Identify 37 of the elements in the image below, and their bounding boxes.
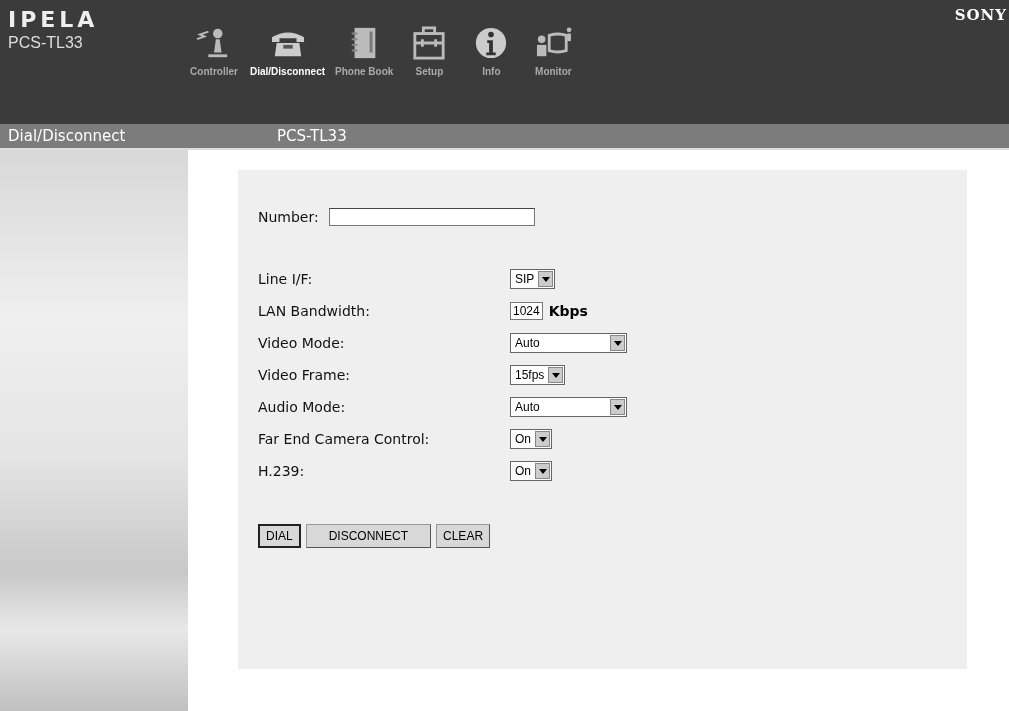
nav-item[interactable]: Setup [403, 26, 456, 77]
bandwidth-input[interactable]: 1024 [510, 302, 543, 320]
field-label: Far End Camera Control: [258, 431, 431, 447]
nav-item[interactable]: Monitor [527, 26, 580, 77]
dropdown-arrow-icon [541, 276, 550, 282]
dropdown-arrow-icon [613, 340, 622, 346]
nav-item[interactable]: Controller [188, 26, 240, 77]
nav-item[interactable]: Info [465, 26, 518, 77]
field-label: H.239: [258, 463, 306, 479]
dropdown[interactable]: On [510, 429, 552, 449]
model-name: PCS-TL33 [8, 34, 83, 52]
dropdown[interactable]: Auto [510, 333, 627, 353]
page-title: Dial/Disconnect [7, 127, 127, 145]
field-label: Line I/F: [258, 271, 314, 287]
field-label: LAN Bandwidth: [258, 303, 371, 319]
field-label: Audio Mode: [258, 399, 347, 415]
dropdown-arrow-icon [613, 404, 622, 410]
nav-item[interactable]: Phone Book [335, 26, 394, 77]
dropdown[interactable]: Auto [510, 397, 627, 417]
field-label: Number: [258, 209, 319, 225]
dropdown-arrow-icon [538, 436, 547, 442]
action-button[interactable]: DISCONNECT [305, 524, 432, 548]
dropdown-arrow-icon [538, 468, 547, 474]
field-label: Video Mode: [258, 335, 346, 351]
nav-item[interactable]: Dial/Disconnect [250, 26, 326, 77]
dropdown[interactable]: On [510, 461, 552, 481]
action-button[interactable]: CLEAR [436, 524, 491, 548]
action-button[interactable]: DIAL [258, 524, 301, 548]
brand-logo: IPELA [8, 8, 99, 32]
dropdown[interactable]: SIP [510, 269, 556, 289]
unit-label: Kbps [548, 303, 588, 319]
device-name: PCS-TL33 [277, 127, 347, 145]
field-label: Video Frame: [258, 367, 351, 383]
dropdown[interactable]: 15fps [510, 365, 566, 385]
maker-logo: SONY [954, 6, 1007, 24]
dropdown-arrow-icon [551, 372, 560, 378]
number-input[interactable] [328, 208, 535, 226]
